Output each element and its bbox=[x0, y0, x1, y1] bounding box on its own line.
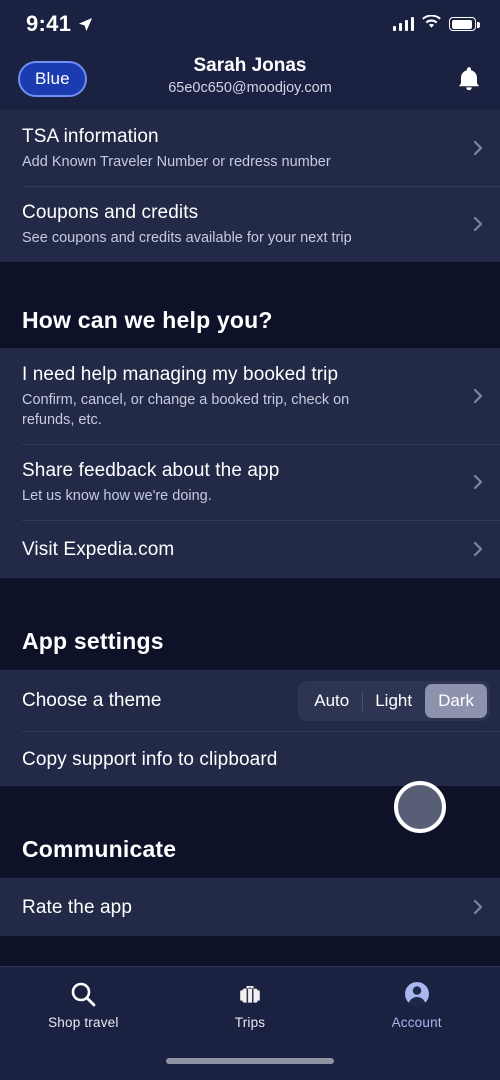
account-avatar-icon bbox=[403, 979, 431, 1009]
tap-ring-cursor bbox=[394, 781, 446, 833]
row-subtitle: Let us know how we're doing. bbox=[22, 488, 212, 504]
chevron-right-icon bbox=[470, 474, 486, 490]
bottom-tab-bar: Shop travel Trips Account bbox=[0, 966, 500, 1080]
theme-label: Choose a theme bbox=[22, 690, 162, 711]
help-rows-group: I need help managing my booked trip Conf… bbox=[0, 348, 500, 578]
home-indicator[interactable] bbox=[166, 1058, 334, 1064]
theme-setting-row: Choose a theme Auto Light Dark bbox=[0, 670, 500, 732]
account-rows-group: TSA information Add Known Traveler Numbe… bbox=[0, 110, 500, 262]
app-settings-section-header: App settings bbox=[0, 578, 500, 670]
row-title: Copy support info to clipboard bbox=[22, 748, 278, 770]
row-subtitle: Confirm, cancel, or change a booked trip… bbox=[22, 392, 350, 428]
list-item-visit-expedia[interactable]: Visit Expedia.com bbox=[0, 520, 500, 578]
row-title: Visit Expedia.com bbox=[22, 538, 175, 560]
row-subtitle: See coupons and credits available for yo… bbox=[22, 230, 352, 246]
theme-option-auto[interactable]: Auto bbox=[301, 684, 362, 718]
chevron-right-icon bbox=[470, 216, 486, 232]
search-icon bbox=[69, 979, 97, 1009]
list-item-rate-the-app[interactable]: Rate the app bbox=[0, 878, 500, 936]
theme-segmented-control[interactable]: Auto Light Dark bbox=[298, 681, 490, 721]
tab-label: Trips bbox=[234, 1015, 266, 1030]
chevron-right-icon bbox=[470, 388, 486, 404]
chevron-right-icon bbox=[470, 899, 486, 915]
section-heading: App settings bbox=[22, 628, 164, 654]
tab-shop-travel[interactable]: Shop travel bbox=[0, 967, 167, 1047]
suitcase-icon bbox=[236, 979, 264, 1009]
section-heading: Communicate bbox=[22, 836, 177, 862]
tab-label: Account bbox=[391, 1015, 442, 1030]
list-item-manage-booked-trip[interactable]: I need help managing my booked trip Conf… bbox=[0, 348, 500, 444]
wifi-icon bbox=[422, 14, 441, 34]
tab-trips[interactable]: Trips bbox=[167, 967, 334, 1047]
chevron-right-icon bbox=[470, 541, 486, 557]
status-bar-left: 9:41 bbox=[26, 11, 93, 37]
battery-full-icon bbox=[449, 17, 480, 31]
account-header: Blue Sarah Jonas 65e0c650@moodjoy.com bbox=[0, 48, 500, 110]
status-bar-right bbox=[392, 14, 480, 34]
communicate-rows-group: Rate the app bbox=[0, 878, 500, 936]
list-item-tsa-information[interactable]: TSA information Add Known Traveler Numbe… bbox=[0, 110, 500, 186]
cellular-signal-icon bbox=[392, 17, 414, 31]
row-title: Rate the app bbox=[22, 896, 133, 918]
bell-icon[interactable] bbox=[456, 65, 482, 93]
row-title: Coupons and credits bbox=[22, 202, 199, 223]
list-item-copy-support-info[interactable]: Copy support info to clipboard bbox=[0, 732, 500, 786]
row-title: TSA information bbox=[22, 126, 159, 147]
help-section-header: How can we help you? bbox=[0, 262, 500, 348]
membership-badge[interactable]: Blue bbox=[18, 61, 87, 97]
row-subtitle: Add Known Traveler Number or redress num… bbox=[22, 154, 331, 170]
tab-label: Shop travel bbox=[48, 1015, 119, 1030]
row-title: I need help managing my booked trip bbox=[22, 364, 339, 385]
theme-option-dark[interactable]: Dark bbox=[425, 684, 487, 718]
row-title: Share feedback about the app bbox=[22, 460, 280, 481]
app-screen: 9:41 Blue Sarah Jonas 65e0c650@moodjoy.c… bbox=[0, 0, 500, 1080]
tab-list: Shop travel Trips Account bbox=[0, 967, 500, 1047]
tab-account[interactable]: Account bbox=[333, 967, 500, 1047]
status-bar: 9:41 bbox=[0, 0, 500, 48]
status-time: 9:41 bbox=[26, 11, 72, 36]
theme-option-light[interactable]: Light bbox=[362, 684, 425, 718]
list-item-coupons-and-credits[interactable]: Coupons and credits See coupons and cred… bbox=[0, 186, 500, 262]
chevron-right-icon bbox=[470, 140, 486, 156]
section-heading: How can we help you? bbox=[22, 307, 273, 333]
location-arrow-icon bbox=[78, 17, 93, 32]
list-item-share-feedback[interactable]: Share feedback about the app Let us know… bbox=[0, 444, 500, 520]
